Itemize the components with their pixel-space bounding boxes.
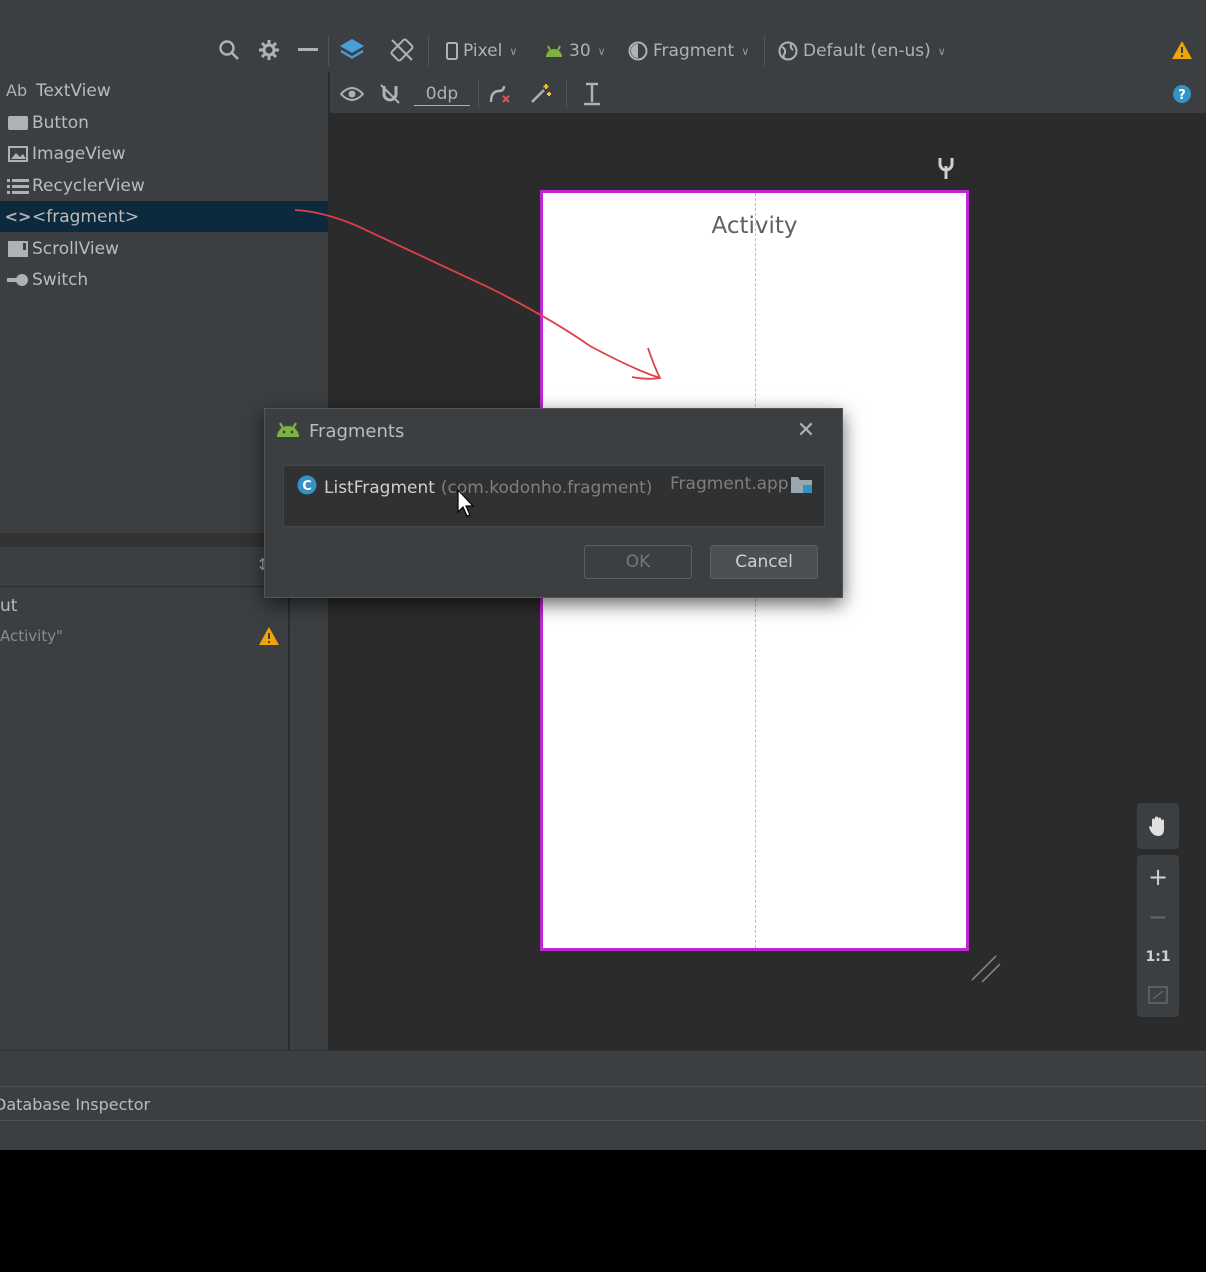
module-folder-icon (790, 474, 814, 500)
resize-handle-icon[interactable] (970, 954, 1002, 984)
fragment-list[interactable]: C ListFragment (com.kodonho.fragment) Fr… (283, 465, 825, 527)
palette-item-switch[interactable]: Switch (0, 264, 328, 295)
close-icon[interactable]: ✕ (793, 417, 819, 443)
scrollview-icon (4, 240, 32, 257)
zoom-in-icon[interactable]: + (1137, 859, 1179, 895)
margin-value: 0dp (425, 83, 459, 104)
search-icon[interactable] (216, 36, 242, 64)
toolbar-separator (566, 80, 567, 108)
palette-item-label: Button (32, 112, 89, 133)
gear-icon[interactable] (256, 36, 282, 64)
clear-constraints-icon[interactable] (486, 80, 514, 108)
warning-icon[interactable] (1170, 38, 1194, 62)
api-level-label: 30 (569, 41, 591, 61)
chevron-down-icon: ∨ (597, 44, 606, 58)
image-icon (4, 145, 32, 162)
palette-item-label: TextView (36, 80, 111, 101)
api-level-dropdown[interactable]: 30 ∨ (544, 38, 606, 64)
button-icon (4, 115, 32, 130)
fragment-name: ListFragment (324, 477, 435, 498)
android-icon (546, 45, 562, 57)
guidelines-icon[interactable] (578, 80, 606, 108)
zoom-controls: + − 1:1 (1137, 803, 1179, 1017)
rotate-device-icon[interactable] (386, 34, 418, 66)
palette-item-label: ImageView (32, 143, 126, 164)
chevron-down-icon: ∨ (509, 44, 518, 58)
palette-item-imageview[interactable]: ImageView (0, 138, 328, 169)
theme-label: Fragment (653, 41, 735, 61)
palette-item-label: <fragment> (32, 206, 140, 227)
pan-box (1137, 803, 1179, 849)
wrench-icon[interactable] (937, 156, 957, 182)
switch-icon (4, 273, 32, 286)
ok-button[interactable]: OK (584, 545, 692, 579)
tree-row-layout[interactable]: ut (0, 594, 288, 620)
cursor-icon (457, 488, 475, 517)
fragments-dialog: Fragments ✕ C ListFragment (com.kodonho.… (264, 408, 843, 598)
status-bar (0, 1120, 1206, 1150)
warning-icon[interactable] (258, 626, 280, 650)
theme-dropdown[interactable]: Fragment ∨ (628, 38, 749, 64)
class-icon: C (296, 474, 318, 501)
fragment-module: Fragment.app (670, 474, 789, 494)
zoom-box: + − 1:1 (1137, 855, 1179, 1017)
tree-row-layout-label: ut (0, 596, 18, 616)
toolbar-separator (428, 36, 429, 66)
tree-row-activity-label: Activity" (0, 627, 63, 645)
chevron-down-icon: ∨ (741, 44, 750, 58)
layers-icon[interactable] (336, 34, 368, 66)
infer-constraints-icon[interactable] (526, 80, 554, 108)
help-icon[interactable]: ? (1170, 82, 1194, 106)
dialog-title: Fragments (309, 421, 405, 442)
zoom-out-icon[interactable]: − (1137, 899, 1179, 935)
theme-icon (628, 41, 648, 61)
android-icon (275, 421, 301, 443)
default-margin-field[interactable]: 0dp (414, 82, 470, 106)
component-tree-header: ↕ (0, 547, 288, 587)
panel-divider[interactable] (288, 533, 290, 1050)
palette-item-fragment[interactable]: <> <fragment> (0, 201, 328, 232)
toolbar-separator (328, 36, 329, 66)
bottom-gap (0, 1050, 1206, 1086)
code-icon: <> (4, 207, 32, 226)
device-dropdown[interactable]: Pixel ∨ (446, 38, 517, 64)
palette-item-button[interactable]: Button (0, 107, 328, 138)
eye-icon[interactable] (338, 80, 366, 108)
palette-item-recyclerview[interactable]: RecyclerView (0, 170, 328, 201)
palette-item-label: ScrollView (32, 238, 119, 259)
panel-splitter[interactable] (0, 533, 288, 547)
locale-dropdown[interactable]: Default (en-us) ∨ (778, 38, 946, 64)
palette-item-textview[interactable]: Ab TextView (0, 75, 328, 106)
toolbar-separator (764, 36, 765, 66)
palette-item-scrollview[interactable]: ScrollView (0, 233, 328, 264)
database-inspector-tab[interactable]: Database Inspector (0, 1095, 150, 1114)
textview-icon: Ab (6, 81, 28, 100)
globe-icon (778, 41, 798, 61)
zoom-actual-size-button[interactable]: 1:1 (1137, 939, 1179, 975)
palette-item-label: Switch (32, 269, 89, 290)
svg-text:C: C (302, 479, 312, 494)
phone-icon (446, 42, 458, 60)
svg-text:?: ? (1178, 88, 1186, 103)
cancel-button[interactable]: Cancel (710, 545, 818, 579)
tree-row-activity[interactable]: Activity" (0, 624, 288, 650)
chevron-down-icon: ∨ (937, 44, 946, 58)
minimize-icon[interactable] (296, 36, 320, 64)
letterbox-bar (0, 1150, 1206, 1272)
device-label: Pixel (463, 41, 503, 61)
top-bar (0, 0, 1206, 30)
annotation-arrow (294, 209, 662, 380)
zoom-to-fit-icon[interactable] (1137, 977, 1179, 1013)
tool-window-bar: Database Inspector (0, 1086, 1206, 1120)
locale-label: Default (en-us) (803, 41, 931, 61)
list-icon (4, 178, 32, 194)
toolbar-separator (478, 80, 479, 108)
magnet-off-icon[interactable] (376, 80, 404, 108)
pan-hand-icon[interactable] (1137, 808, 1179, 844)
palette-item-label: RecyclerView (32, 175, 145, 196)
